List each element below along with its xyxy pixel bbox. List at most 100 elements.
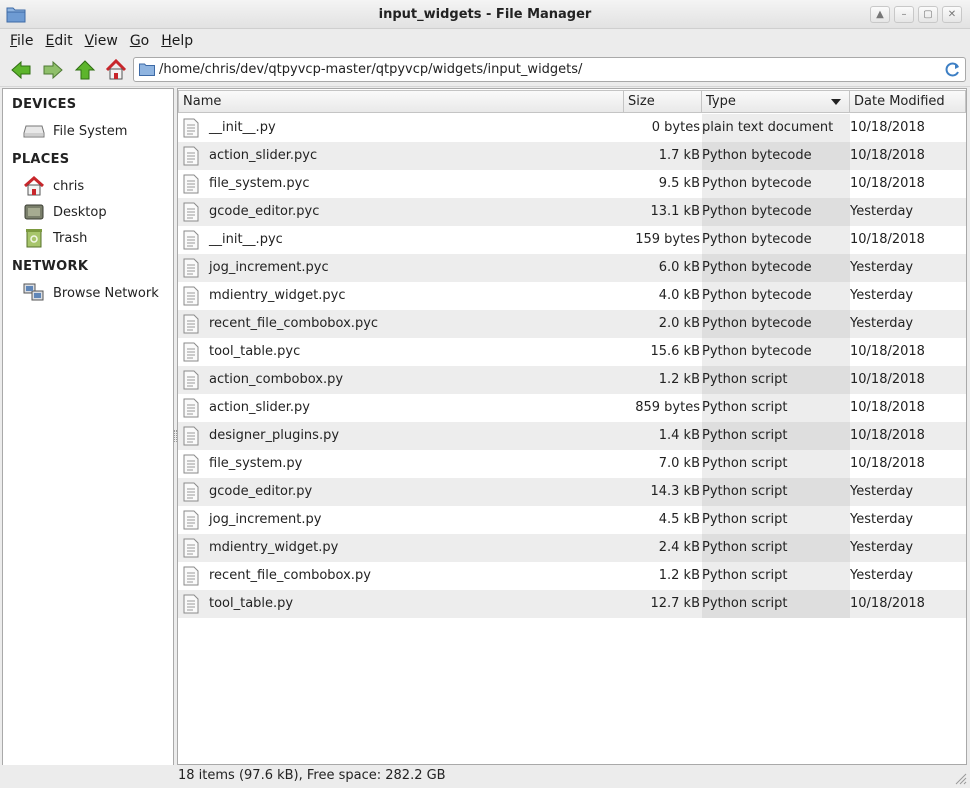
file-name: recent_file_combobox.py — [209, 568, 371, 583]
close-button[interactable]: ✕ — [942, 6, 962, 23]
text-file-icon — [183, 454, 199, 474]
file-row[interactable]: mdientry_widget.pyc 4.0 kB Python bytecode… — [178, 282, 966, 310]
file-date-modified: 10/18/2018 — [850, 120, 925, 135]
file-type: Python script — [702, 372, 788, 387]
file-date-modified: 10/18/2018 — [850, 372, 925, 387]
menu-go[interactable]: Go — [124, 33, 155, 49]
file-date-modified: 10/18/2018 — [850, 428, 925, 443]
file-row[interactable]: action_slider.pyc 1.7 kB Python bytecode 10… — [178, 142, 966, 170]
resize-grip-icon[interactable] — [953, 771, 967, 785]
file-size: 4.0 kB — [658, 288, 700, 303]
text-file-icon — [183, 230, 199, 250]
file-size: 9.5 kB — [658, 176, 700, 191]
location-path[interactable]: /home/chris/dev/qtpyvcp-master/qtpyvcp/w… — [159, 62, 582, 77]
file-row[interactable]: tool_table.pyc 15.6 kB Python bytecode 10/1… — [178, 338, 966, 366]
file-row[interactable]: file_system.pyc 9.5 kB Python bytecode 10/1… — [178, 170, 966, 198]
file-name: gcode_editor.pyc — [209, 204, 320, 219]
file-row[interactable]: gcode_editor.py 14.3 kB Python script Yeste… — [178, 478, 966, 506]
file-row[interactable]: action_slider.py 859 bytes Python script 10… — [178, 394, 966, 422]
column-header-date-modified[interactable]: Date Modified — [850, 90, 966, 113]
sort-descending-icon — [831, 99, 841, 105]
file-date-modified: 10/18/2018 — [850, 176, 925, 191]
menu-help[interactable]: Help — [155, 33, 199, 49]
file-size: 14.3 kB — [650, 484, 700, 499]
column-header-type[interactable]: Type — [702, 90, 850, 113]
forward-button[interactable] — [40, 58, 66, 82]
file-type: Python script — [702, 568, 788, 583]
text-file-icon — [183, 566, 199, 586]
menu-edit[interactable]: Edit — [39, 33, 78, 49]
file-type: Python bytecode — [702, 260, 812, 275]
drive-icon — [23, 125, 45, 138]
text-file-icon — [183, 510, 199, 530]
file-row[interactable]: mdientry_widget.py 2.4 kB Python script Yes… — [178, 534, 966, 562]
file-type: Python bytecode — [702, 176, 812, 191]
file-row[interactable]: gcode_editor.pyc 13.1 kB Python bytecode Ye… — [178, 198, 966, 226]
file-date-modified: 10/18/2018 — [850, 344, 925, 359]
file-date-modified: Yesterday — [850, 568, 914, 583]
file-row[interactable]: __init__.pyc 159 bytes Python bytecode 10/1… — [178, 226, 966, 254]
sidebar-item-chris[interactable]: chris — [23, 174, 173, 198]
text-file-icon — [183, 538, 199, 558]
sidebar-item-trash[interactable]: Trash — [23, 226, 173, 250]
file-name: action_combobox.py — [209, 372, 344, 387]
file-name: tool_table.py — [209, 596, 294, 611]
file-date-modified: Yesterday — [850, 260, 914, 275]
file-row[interactable]: recent_file_combobox.py 1.2 kB Python scri… — [178, 562, 966, 590]
file-row[interactable]: file_system.py 7.0 kB Python script 10/18/2… — [178, 450, 966, 478]
up-arrow-icon — [74, 60, 96, 80]
file-name: mdientry_widget.pyc — [209, 288, 346, 303]
file-type: Python script — [702, 596, 788, 611]
sidebar-item-file-system[interactable]: File System — [23, 119, 173, 143]
file-list: Name Size Type Date Modified __init__.py… — [177, 88, 967, 765]
file-name: file_system.py — [209, 456, 303, 471]
forward-arrow-icon — [43, 60, 63, 80]
file-size: 2.0 kB — [658, 316, 700, 331]
file-type: Python bytecode — [702, 148, 812, 163]
file-name: jog_increment.pyc — [209, 260, 329, 275]
file-row[interactable]: jog_increment.pyc 6.0 kB Python bytecode Ye… — [178, 254, 966, 282]
shade-button[interactable]: ▲ — [870, 6, 890, 23]
file-date-modified: Yesterday — [850, 316, 914, 331]
network-icon — [23, 283, 44, 301]
file-row[interactable]: action_combobox.py 1.2 kB Python script 10/… — [178, 366, 966, 394]
file-name: gcode_editor.py — [209, 484, 313, 499]
file-type: Python script — [702, 540, 788, 555]
file-row[interactable]: designer_plugins.py 1.4 kB Python script 10… — [178, 422, 966, 450]
file-type: Python script — [702, 484, 788, 499]
file-row[interactable]: tool_table.py 12.7 kB Python script 10/18/2… — [178, 590, 966, 618]
file-row[interactable]: jog_increment.py 4.5 kB Python script Yeste… — [178, 506, 966, 534]
column-header-size[interactable]: Size — [624, 90, 702, 113]
refresh-icon[interactable] — [944, 61, 961, 78]
home-button[interactable] — [103, 58, 129, 82]
menu-file[interactable]: File — [4, 33, 39, 49]
file-row[interactable]: __init__.py 0 bytes plain text document 10/… — [178, 114, 966, 142]
file-size: 12.7 kB — [650, 596, 700, 611]
sidebar-item-browse-network[interactable]: Browse Network — [23, 281, 173, 305]
sidebar-item-desktop[interactable]: Desktop — [23, 200, 173, 224]
file-date-modified: 10/18/2018 — [850, 456, 925, 471]
file-name: tool_table.pyc — [209, 344, 301, 359]
file-date-modified: 10/18/2018 — [850, 232, 925, 247]
file-type: Python bytecode — [702, 204, 812, 219]
file-name: file_system.pyc — [209, 176, 310, 191]
up-button[interactable] — [72, 58, 98, 82]
file-type: Python script — [702, 456, 788, 471]
file-size: 1.2 kB — [658, 372, 700, 387]
back-button[interactable] — [8, 58, 34, 82]
title-bar: input_widgets - File Manager ▲ – ▢ ✕ — [0, 0, 970, 29]
file-type: Python script — [702, 428, 788, 443]
file-rows: __init__.py 0 bytes plain text document 10/… — [178, 114, 966, 618]
text-file-icon — [183, 370, 199, 390]
file-row[interactable]: recent_file_combobox.pyc 2.0 kB Python byt… — [178, 310, 966, 338]
maximize-button[interactable]: ▢ — [918, 6, 938, 23]
file-size: 6.0 kB — [658, 260, 700, 275]
menu-view[interactable]: View — [79, 33, 124, 49]
file-size: 7.0 kB — [658, 456, 700, 471]
file-date-modified: Yesterday — [850, 512, 914, 527]
minimize-button[interactable]: – — [894, 6, 914, 23]
file-date-modified: Yesterday — [850, 288, 914, 303]
location-bar[interactable]: /home/chris/dev/qtpyvcp-master/qtpyvcp/w… — [133, 57, 966, 82]
file-type: Python bytecode — [702, 344, 812, 359]
column-header-name[interactable]: Name — [178, 90, 624, 113]
